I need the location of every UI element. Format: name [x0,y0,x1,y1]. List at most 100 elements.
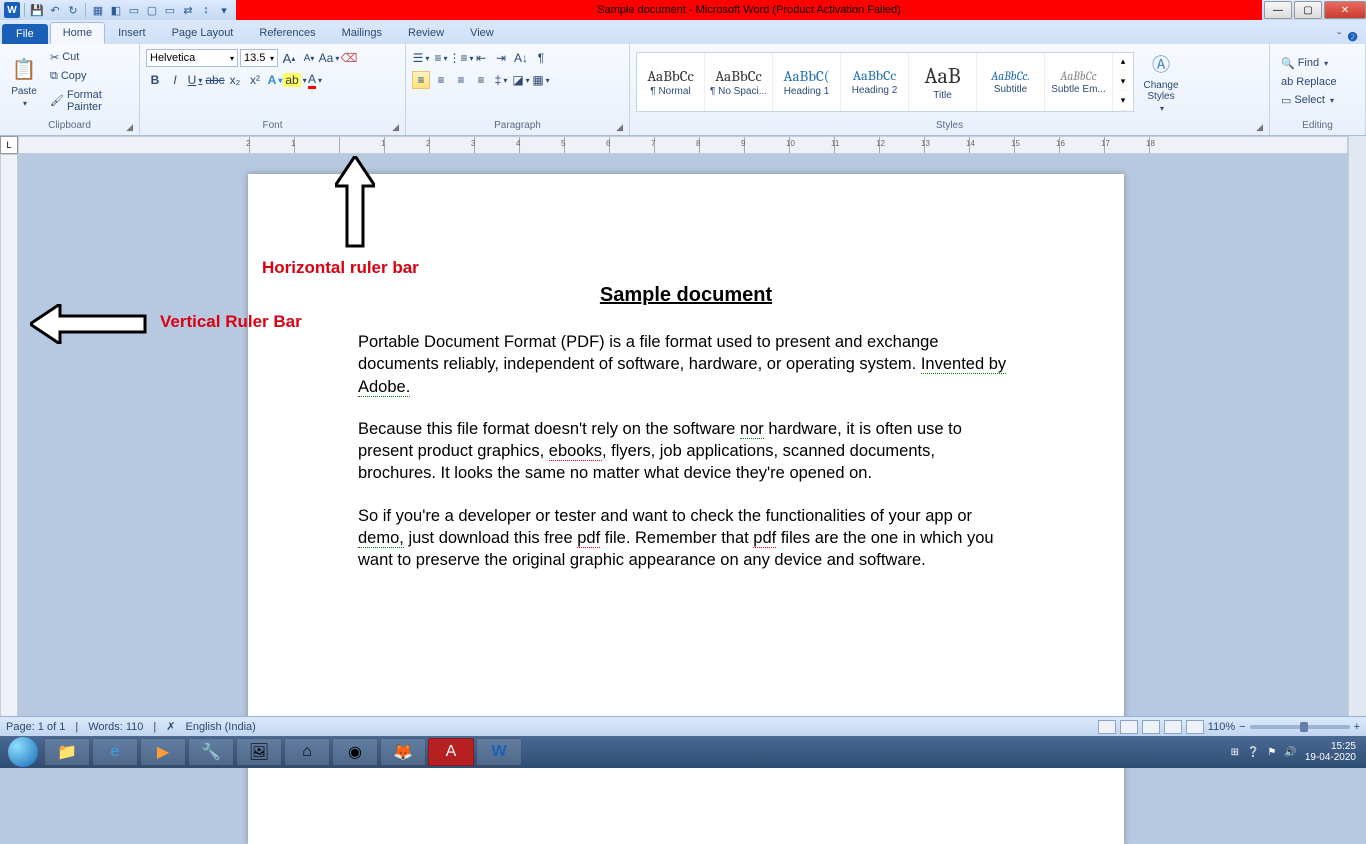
close-button[interactable]: ✕ [1324,1,1366,19]
grow-font-button[interactable]: A▴ [280,49,298,67]
subscript-button[interactable]: x₂ [226,71,244,89]
status-page[interactable]: Page: 1 of 1 [6,721,65,733]
align-center-button[interactable]: ≡ [432,71,450,89]
font-dialog-launcher[interactable]: ◢ [392,122,399,133]
help-icon[interactable]: ❷ [1347,30,1358,44]
view-print-layout[interactable] [1098,720,1116,734]
view-fullscreen[interactable] [1120,720,1138,734]
replace-button[interactable]: abReplace [1276,74,1342,90]
style-heading2[interactable]: AaBbCcHeading 2 [841,53,909,111]
dec-indent-button[interactable]: ⇤ [472,49,490,67]
style-subtitle[interactable]: AaBbCc.Subtitle [977,53,1045,111]
taskbar-app2[interactable]: 🖼 [236,738,282,766]
numbering-button[interactable]: ≡▾ [432,49,450,67]
tray-icon[interactable]: ⊞ [1231,747,1239,758]
copy-button[interactable]: ⧉Copy [45,68,133,85]
tray-volume-icon[interactable]: 🔊 [1284,747,1296,758]
tab-mailings[interactable]: Mailings [329,22,395,44]
shrink-font-button[interactable]: A▾ [300,49,318,67]
tray-clock[interactable]: 15:25 19-04-2020 [1305,741,1356,763]
style-subtle-em[interactable]: AaBbCcSubtle Em... [1045,53,1113,111]
select-button[interactable]: ▭Select▾ [1276,92,1342,109]
shading-button[interactable]: ◪▾ [512,71,530,89]
tab-page-layout[interactable]: Page Layout [159,22,247,44]
qat-btn[interactable]: ▭ [162,2,178,18]
redo-icon[interactable]: ↻ [65,2,81,18]
minimize-button[interactable]: — [1264,1,1292,19]
tab-view[interactable]: View [457,22,507,44]
paste-button[interactable]: 📋 Paste ▾ [6,54,42,110]
format-painter-button[interactable]: 🖌Format Painter [45,87,133,115]
zoom-in-button[interactable]: + [1354,721,1360,733]
tab-insert[interactable]: Insert [105,22,159,44]
maximize-button[interactable]: ▢ [1294,1,1322,19]
align-left-button[interactable]: ≡ [412,71,430,89]
tab-home[interactable]: Home [50,22,105,44]
qat-btn[interactable]: ↕ [198,2,214,18]
zoom-out-button[interactable]: − [1239,721,1245,733]
taskbar-firefox[interactable]: 🦊 [380,738,426,766]
justify-button[interactable]: ≡ [472,71,490,89]
taskbar-media[interactable]: ▶ [140,738,186,766]
tab-review[interactable]: Review [395,22,457,44]
find-button[interactable]: 🔍Find▾ [1276,55,1342,72]
cut-button[interactable]: ✂Cut [45,49,133,66]
superscript-button[interactable]: x² [246,71,264,89]
vertical-ruler[interactable] [0,154,18,724]
taskbar-app1[interactable]: 🔧 [188,738,234,766]
qat-btn[interactable]: ⇄ [180,2,196,18]
text-effects-button[interactable]: A▾ [266,71,284,89]
status-language[interactable]: English (India) [186,721,256,733]
taskbar-word[interactable]: W [476,738,522,766]
clipboard-dialog-launcher[interactable]: ◢ [126,122,133,133]
paragraph-dialog-launcher[interactable]: ◢ [616,122,623,133]
inc-indent-button[interactable]: ⇥ [492,49,510,67]
bold-button[interactable]: B [146,71,164,89]
tray-flag-icon[interactable]: ⚑ [1267,747,1276,758]
styles-dialog-launcher[interactable]: ◢ [1256,122,1263,133]
taskbar-chrome[interactable]: ◉ [332,738,378,766]
align-right-button[interactable]: ≡ [452,71,470,89]
clear-format-button[interactable]: ⌫ [340,49,358,67]
underline-button[interactable]: U▾ [186,71,204,89]
change-case-button[interactable]: Aa▾ [320,49,338,67]
tab-selector[interactable]: L [0,136,18,154]
line-spacing-button[interactable]: ‡▾ [492,71,510,89]
gallery-scroll[interactable]: ▴▾▾ [1113,53,1133,111]
qat-btn[interactable]: ◧ [108,2,124,18]
show-marks-button[interactable]: ¶ [532,49,550,67]
style-normal[interactable]: AaBbCc¶ Normal [637,53,705,111]
save-icon[interactable]: 💾 [29,2,45,18]
font-color-button[interactable]: A▾ [306,71,324,89]
change-styles-button[interactable]: Ⓐ Change Styles▾ [1137,48,1185,115]
view-draft[interactable] [1186,720,1204,734]
font-name-combo[interactable]: Helvetica▾ [146,49,238,67]
taskbar-ie[interactable]: e [92,738,138,766]
qat-btn[interactable]: ▢ [144,2,160,18]
taskbar-acrobat[interactable]: A [428,738,474,766]
horizontal-ruler[interactable]: 21 12 345 678 91011 121314 151617 18 [18,136,1348,154]
styles-gallery[interactable]: AaBbCc¶ Normal AaBbCc¶ No Spaci... AaBbC… [636,52,1134,112]
tray-help-icon[interactable]: ❔ [1247,747,1259,758]
multilevel-button[interactable]: ⋮≡▾ [452,49,470,67]
start-button[interactable] [4,736,42,768]
style-nospacing[interactable]: AaBbCc¶ No Spaci... [705,53,773,111]
zoom-slider[interactable] [1250,725,1350,729]
bullets-button[interactable]: ☰▾ [412,49,430,67]
proofing-icon[interactable]: ✗ [166,720,175,733]
borders-button[interactable]: ▦▾ [532,71,550,89]
font-size-combo[interactable]: 13.5▾ [240,49,278,67]
style-title[interactable]: AaBTitle [909,53,977,111]
sort-button[interactable]: A↓ [512,49,530,67]
qat-btn[interactable]: ▭ [126,2,142,18]
view-outline[interactable] [1164,720,1182,734]
italic-button[interactable]: I [166,71,184,89]
vertical-scrollbar[interactable] [1348,136,1366,724]
minimize-ribbon-icon[interactable]: ˇ [1337,30,1341,44]
file-tab[interactable]: File [2,24,48,44]
tab-references[interactable]: References [246,22,328,44]
style-heading1[interactable]: AaBbC(Heading 1 [773,53,841,111]
status-words[interactable]: Words: 110 [88,721,143,733]
qat-more-icon[interactable]: ▦ [90,2,106,18]
undo-icon[interactable]: ↶ [47,2,63,18]
